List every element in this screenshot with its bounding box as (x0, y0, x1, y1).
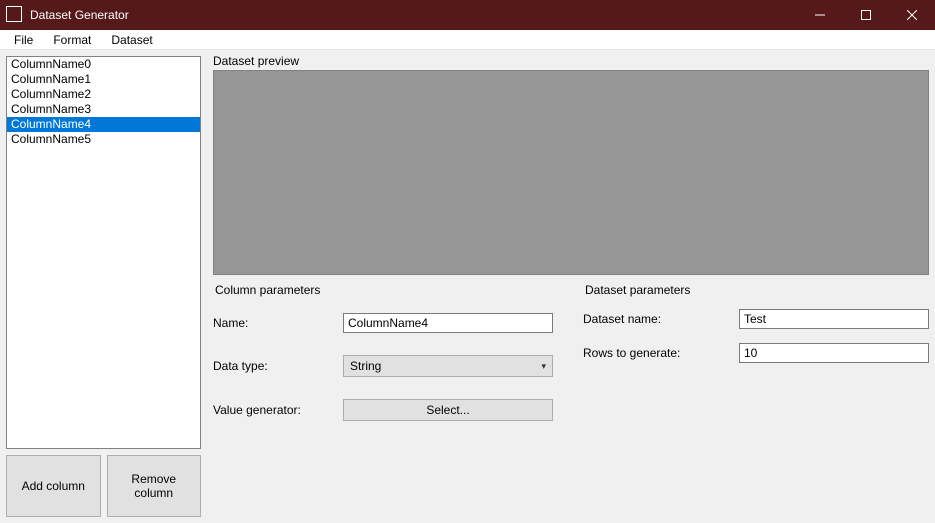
column-buttons: Add column Remove column (6, 455, 201, 517)
list-item[interactable]: ColumnName5 (7, 132, 200, 147)
menu-format[interactable]: Format (43, 31, 101, 49)
data-type-value: String (350, 359, 381, 373)
list-item[interactable]: ColumnName3 (7, 102, 200, 117)
column-name-input[interactable] (343, 313, 553, 333)
column-params-title: Column parameters (213, 283, 571, 299)
minimize-button[interactable] (797, 0, 843, 30)
add-column-button[interactable]: Add column (6, 455, 101, 517)
data-type-label: Data type: (213, 359, 343, 373)
list-item[interactable]: ColumnName2 (7, 87, 200, 102)
params-row: Column parameters Name: Data type: Strin… (207, 283, 929, 421)
list-item[interactable]: ColumnName0 (7, 57, 200, 72)
value-gen-row: Value generator: Select... (213, 399, 571, 421)
maximize-icon (861, 10, 871, 20)
value-generator-label: Value generator: (213, 403, 343, 417)
window-controls (797, 0, 935, 30)
data-type-row: Data type: String ▾ (213, 355, 571, 377)
preview-group: Dataset preview (207, 52, 929, 275)
column-parameters-group: Column parameters Name: Data type: Strin… (213, 283, 571, 421)
column-name-label: Name: (213, 316, 343, 330)
close-icon (907, 10, 917, 20)
menu-file[interactable]: File (4, 31, 43, 49)
right-pane: Dataset preview Column parameters Name: … (207, 50, 935, 523)
left-pane: ColumnName0ColumnName1ColumnName2ColumnN… (0, 50, 207, 523)
rows-generate-row: Rows to generate: (583, 343, 929, 363)
list-item[interactable]: ColumnName4 (7, 117, 200, 132)
dataset-params-title: Dataset parameters (583, 283, 929, 299)
app-icon (8, 8, 22, 22)
window-title: Dataset Generator (30, 8, 129, 22)
dataset-name-label: Dataset name: (583, 312, 739, 326)
data-type-combo[interactable]: String ▾ (343, 355, 553, 377)
chevron-down-icon: ▾ (541, 361, 546, 372)
minimize-icon (815, 10, 825, 20)
preview-box (213, 70, 929, 275)
list-item[interactable]: ColumnName1 (7, 72, 200, 87)
maximize-button[interactable] (843, 0, 889, 30)
menu-bar: File Format Dataset (0, 30, 935, 50)
column-name-row: Name: (213, 313, 571, 333)
preview-title: Dataset preview (207, 52, 929, 70)
close-button[interactable] (889, 0, 935, 30)
dataset-name-input[interactable] (739, 309, 929, 329)
dataset-name-row: Dataset name: (583, 309, 929, 329)
menu-dataset[interactable]: Dataset (101, 31, 162, 49)
dataset-parameters-group: Dataset parameters Dataset name: Rows to… (583, 283, 929, 421)
value-generator-select-button[interactable]: Select... (343, 399, 553, 421)
remove-column-button[interactable]: Remove column (107, 455, 202, 517)
title-bar: Dataset Generator (0, 0, 935, 30)
rows-generate-input[interactable] (739, 343, 929, 363)
column-list[interactable]: ColumnName0ColumnName1ColumnName2ColumnN… (6, 56, 201, 449)
rows-generate-label: Rows to generate: (583, 346, 739, 360)
main-area: ColumnName0ColumnName1ColumnName2ColumnN… (0, 50, 935, 523)
